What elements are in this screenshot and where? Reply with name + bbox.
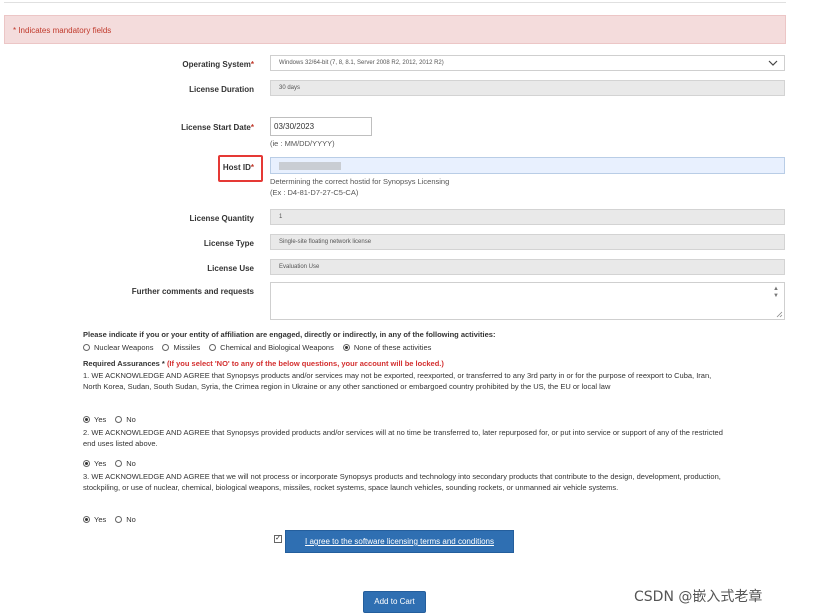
radio-nuclear[interactable] [83,344,90,351]
watermark: CSDN @嵌入式老章 [634,589,763,605]
assurance-2-yes[interactable] [83,460,90,467]
date-format-hint: (ie : MM/DD/YYYY) [270,139,335,148]
type-field: Single-site floating network license [270,234,785,250]
assurance-1-radios: Yes No [83,415,136,424]
assurance-1-text: 1. WE ACKNOWLEDGE AND AGREE that Synopsy… [83,371,712,391]
annotation-highlight-box [218,155,263,182]
agree-terms-button[interactable]: I agree to the software licensing terms … [285,530,514,553]
os-select-value: Windows 32/64-bit (7, 8, 8.1, Server 200… [279,60,444,66]
quantity-field: 1 [270,209,785,225]
add-to-cart-button[interactable]: Add to Cart [363,591,426,613]
quantity-label: License Quantity [189,214,254,223]
radio-missiles[interactable] [162,344,170,351]
use-field: Evaluation Use [270,259,785,275]
mandatory-note: * Indicates mandatory fields [13,26,112,35]
assurances-heading: Required Assurances * (If you select 'NO… [83,359,444,368]
assurance-2-radios: Yes No [83,459,136,468]
assurance-2-text: 2. WE ACKNOWLEDGE AND AGREE that Synopsy… [83,428,723,448]
assurance-1-no[interactable] [115,416,123,423]
radio-chem-bio[interactable] [209,344,217,351]
assurance-3-yes[interactable] [83,516,90,523]
host-id-help-link[interactable]: Determining the correct hostid for Synop… [270,177,449,186]
resize-grip-icon[interactable] [775,310,783,318]
option-missiles-label: Missiles [173,343,201,352]
os-label: Operating System* [182,60,254,69]
comments-label: Further comments and requests [131,287,254,296]
start-date-label: License Start Date* [181,123,254,132]
assurance-1-yes[interactable] [83,416,90,423]
os-select[interactable]: Windows 32/64-bit (7, 8, 8.1, Server 200… [270,55,785,71]
radio-none[interactable] [342,344,350,351]
host-id-example: (Ex : D4-81-D7-27-C5-CA) [270,188,359,197]
start-date-input[interactable]: 03/30/2023 [270,117,372,136]
agree-checkbox[interactable]: ✓ [274,535,282,543]
assurance-2-no[interactable] [115,460,123,467]
assurance-3-text: 3. WE ACKNOWLEDGE AND AGREE that we will… [83,472,721,492]
duration-label: License Duration [189,85,254,94]
activities-options: Nuclear Weapons Missiles Chemical and Bi… [83,343,431,352]
comments-textarea[interactable]: ▲ ▼ [270,282,785,320]
option-nuclear-label: Nuclear Weapons [94,343,154,352]
redacted-value [279,162,341,170]
chevron-down-icon [768,60,778,66]
mandatory-fields-banner: * Indicates mandatory fields [4,15,786,44]
type-label: License Type [203,239,254,248]
option-none-label: None of these activities [353,343,432,352]
assurance-3-radios: Yes No [83,515,136,524]
option-chem-bio-label: Chemical and Biological Weapons [220,343,334,352]
scroll-arrows-icon[interactable]: ▲ ▼ [772,286,780,300]
use-label: License Use [207,264,254,273]
host-id-input[interactable] [270,157,785,174]
top-divider [4,0,786,3]
duration-field: 30 days [270,80,785,96]
assurance-3-no[interactable] [115,516,123,523]
activities-question: Please indicate if you or your entity of… [83,330,496,339]
